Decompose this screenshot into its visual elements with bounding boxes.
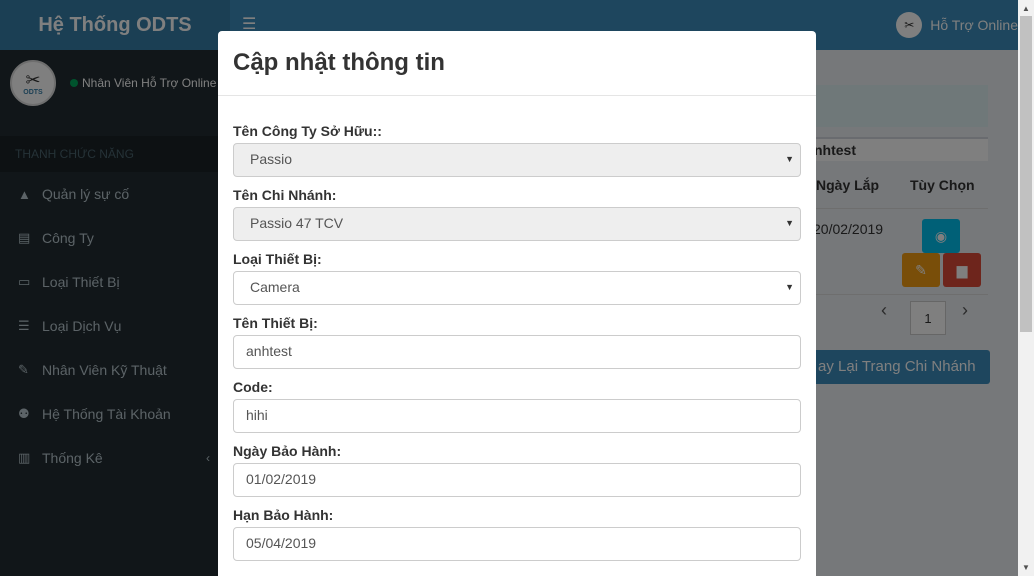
device-type-select[interactable]: Camera ▼ bbox=[233, 271, 801, 305]
company-select[interactable]: Passio ▼ bbox=[233, 143, 801, 177]
modal-header: Cập nhật thông tin bbox=[218, 31, 816, 96]
device-name-input[interactable]: anhtest bbox=[233, 335, 801, 369]
modal-title: Cập nhật thông tin bbox=[233, 49, 445, 76]
form-group-code: Code: hihi bbox=[233, 379, 801, 443]
scroll-up-icon[interactable]: ▲ bbox=[1022, 4, 1030, 13]
warranty-date-label: Ngày Bảo Hành: bbox=[233, 443, 342, 459]
company-value: Passio bbox=[250, 151, 293, 167]
warranty-date-input[interactable]: 01/02/2019 bbox=[233, 463, 801, 497]
form-group-warranty-date: Ngày Bảo Hành: 01/02/2019 bbox=[233, 443, 801, 507]
warranty-expiry-label: Hạn Bảo Hành: bbox=[233, 507, 334, 523]
company-label: Tên Công Ty Sở Hữu:: bbox=[233, 123, 382, 139]
code-label: Code: bbox=[233, 379, 273, 395]
scroll-down-icon[interactable]: ▼ bbox=[1022, 563, 1030, 572]
page-scrollbar[interactable]: ▲ ▼ bbox=[1018, 0, 1034, 576]
code-input[interactable]: hihi bbox=[233, 399, 801, 433]
modal-body: Tên Công Ty Sở Hữu:: Passio ▼ Tên Chi Nh… bbox=[218, 96, 816, 571]
form-group-warranty-expiry: Hạn Bảo Hành: 05/04/2019 bbox=[233, 507, 801, 571]
device-name-value: anhtest bbox=[246, 343, 292, 359]
warranty-expiry-value: 05/04/2019 bbox=[246, 535, 317, 551]
update-info-modal: Cập nhật thông tin Tên Công Ty Sở Hữu:: … bbox=[218, 31, 816, 576]
device-type-value: Camera bbox=[250, 279, 300, 295]
form-group-device-name: Tên Thiết Bị: anhtest bbox=[233, 315, 801, 379]
form-group-branch: Tên Chi Nhánh: Passio 47 TCV ▼ bbox=[233, 187, 801, 251]
caret-down-icon: ▼ bbox=[785, 154, 794, 164]
warranty-date-value: 01/02/2019 bbox=[246, 471, 317, 487]
device-name-label: Tên Thiết Bị: bbox=[233, 315, 318, 331]
device-type-label: Loại Thiết Bị: bbox=[233, 251, 322, 267]
branch-label: Tên Chi Nhánh: bbox=[233, 187, 337, 203]
form-group-device-type: Loại Thiết Bị: Camera ▼ bbox=[233, 251, 801, 315]
branch-value: Passio 47 TCV bbox=[250, 215, 344, 231]
caret-down-icon: ▼ bbox=[785, 218, 794, 228]
caret-down-icon: ▼ bbox=[785, 282, 794, 292]
code-value: hihi bbox=[246, 407, 268, 423]
form-group-company: Tên Công Ty Sở Hữu:: Passio ▼ bbox=[233, 123, 801, 187]
branch-select[interactable]: Passio 47 TCV ▼ bbox=[233, 207, 801, 241]
warranty-expiry-input[interactable]: 05/04/2019 bbox=[233, 527, 801, 561]
scroll-thumb[interactable] bbox=[1020, 16, 1032, 332]
